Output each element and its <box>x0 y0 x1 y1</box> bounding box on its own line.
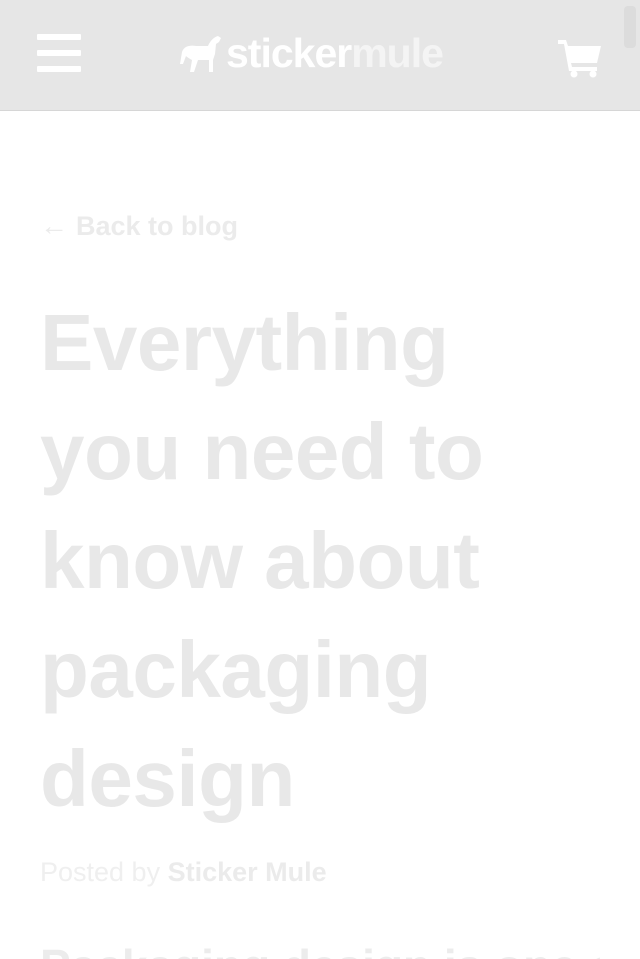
article-title: Everything you need to know about packag… <box>40 298 484 823</box>
cart-glyph <box>558 40 601 78</box>
article-lead-text: Packaging design is one of t <box>40 936 600 959</box>
logo-text-mule: mule <box>351 30 444 76</box>
hamburger-menu-icon[interactable] <box>37 32 81 74</box>
page: stickermule ← Back to blog Everything yo… <box>0 0 640 959</box>
shopping-cart-icon[interactable] <box>556 36 604 78</box>
scrollbar-thumb[interactable] <box>624 6 636 48</box>
left-arrow-icon: ← <box>40 210 68 241</box>
menu-bar <box>37 50 81 56</box>
top-navbar: stickermule <box>0 0 640 111</box>
article-byline: Posted by Sticker Mule <box>40 857 327 888</box>
byline-prefix: Posted by <box>40 857 161 887</box>
back-to-blog-label: Back to blog <box>76 210 239 241</box>
menu-bar <box>37 66 81 72</box>
horse-logo-icon <box>180 36 221 72</box>
menu-bar <box>37 34 81 40</box>
back-to-blog-link[interactable]: ← Back to blog <box>40 210 238 242</box>
logo-wordmark: stickermule <box>226 30 444 76</box>
logo-text-sticker: sticker <box>226 30 352 76</box>
sticker-mule-logo[interactable]: stickermule <box>178 30 444 76</box>
author-link[interactable]: Sticker Mule <box>168 857 327 887</box>
